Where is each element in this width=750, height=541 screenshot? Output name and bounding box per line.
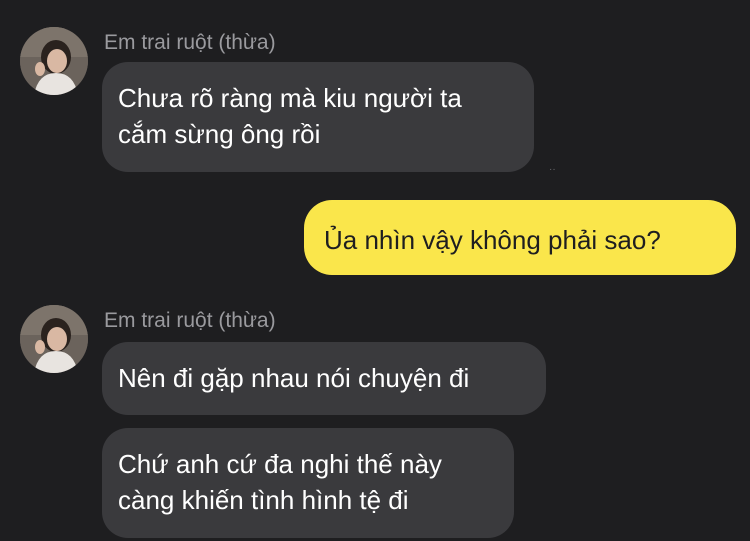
- chat-thread: Em trai ruột (thừa) Chưa rõ ràng mà kiu …: [0, 0, 750, 541]
- incoming-message-bubble[interactable]: Nên đi gặp nhau nói chuyện đi: [102, 342, 546, 415]
- message-text: Chứ anh cứ đa nghi thế này: [118, 449, 442, 479]
- contact-avatar[interactable]: [20, 305, 88, 373]
- message-text: Nên đi gặp nhau nói chuyện đi: [118, 363, 470, 393]
- message-text: càng khiến tình hình tệ đi: [118, 485, 409, 515]
- message-text: Chưa rõ ràng mà kiu người ta: [118, 83, 462, 113]
- incoming-message-bubble[interactable]: Chứ anh cứ đa nghi thế này càng khiến tì…: [102, 428, 514, 538]
- avatar-photo-icon: [20, 27, 88, 95]
- message-text: Ủa nhìn vậy không phải sao?: [324, 225, 661, 255]
- sender-name: Em trai ruột (thừa): [104, 309, 276, 332]
- avatar-photo-icon: [20, 305, 88, 373]
- contact-avatar[interactable]: [20, 27, 88, 95]
- read-indicator: ··: [549, 164, 556, 175]
- outgoing-message-bubble[interactable]: Ủa nhìn vậy không phải sao?: [304, 200, 736, 275]
- incoming-message-bubble[interactable]: Chưa rõ ràng mà kiu người ta cắm sừng ôn…: [102, 62, 534, 172]
- message-text: cắm sừng ông rồi: [118, 119, 321, 149]
- sender-name: Em trai ruột (thừa): [104, 31, 276, 54]
